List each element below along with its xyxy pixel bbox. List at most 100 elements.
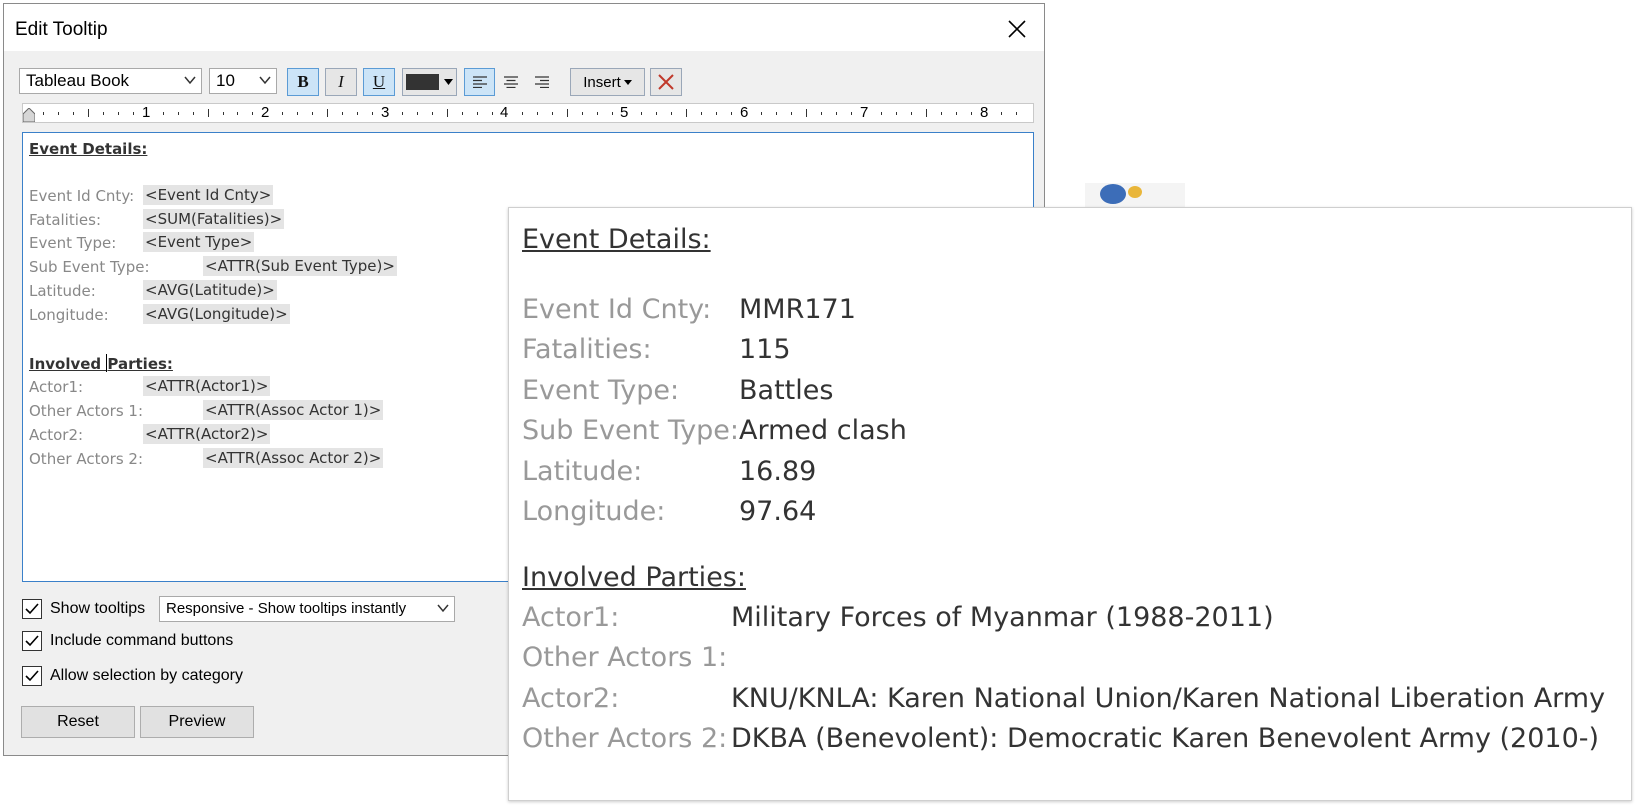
insert-button[interactable]: Insert	[570, 68, 645, 96]
font-size-select[interactable]: 10	[209, 68, 277, 94]
ruler-tick	[791, 111, 793, 115]
text-color-button[interactable]	[402, 68, 457, 96]
ruler-tick	[461, 111, 463, 115]
close-button[interactable]	[998, 13, 1036, 45]
field-token[interactable]: <ATTR(Assoc Actor 2)>	[203, 448, 384, 468]
align-center-icon	[503, 76, 518, 88]
show-tooltips-checkbox[interactable]	[22, 599, 42, 619]
tooltip-label: Fatalities:	[522, 334, 652, 365]
ruler-tick	[431, 111, 433, 115]
ruler-tick	[641, 111, 643, 115]
font-size-value: 10	[216, 71, 235, 90]
tooltip-heading: Event Details:	[522, 224, 711, 255]
italic-button[interactable]: I	[325, 68, 357, 96]
show-tooltips-label: Show tooltips	[50, 600, 146, 617]
ruler-tick	[536, 111, 538, 115]
dropdown-arrow-icon	[623, 79, 632, 85]
ruler-tick	[955, 111, 957, 115]
ruler-tick	[910, 111, 912, 115]
editor-heading-part: Involved	[29, 355, 107, 373]
ruler[interactable]: 1 2 3 4 5 6 7 8	[22, 103, 1034, 123]
map-point	[1128, 186, 1142, 198]
bold-button[interactable]: B	[287, 68, 319, 96]
font-family-select[interactable]: Tableau Book	[19, 68, 202, 94]
ruler-tick	[521, 111, 523, 115]
ruler-tick	[880, 111, 882, 115]
field-token[interactable]: <ATTR(Assoc Actor 1)>	[203, 400, 384, 420]
tooltip-value: Armed clash	[739, 415, 907, 446]
ruler-tick	[312, 111, 314, 115]
preview-button[interactable]: Preview	[140, 706, 254, 738]
ruler-tick	[177, 111, 179, 115]
editor-label: Sub Event Type:	[29, 258, 150, 276]
ruler-tick	[716, 111, 718, 115]
ruler-tick	[581, 111, 583, 115]
include-command-buttons-checkbox[interactable]	[22, 631, 42, 651]
allow-selection-checkbox[interactable]	[22, 666, 42, 686]
align-center-button[interactable]	[495, 68, 526, 96]
ruler-tick	[402, 111, 404, 115]
ruler-number: 8	[980, 104, 989, 121]
ruler-tick	[671, 111, 673, 115]
tooltip-preview: Event Details: Event Id Cnty: MMR171 Fat…	[508, 207, 1632, 801]
field-token[interactable]: <SUM(Fatalities)>	[143, 209, 285, 229]
ruler-number: 6	[740, 104, 749, 121]
tooltip-label: Event Type:	[522, 375, 680, 406]
tooltip-value: Battles	[739, 375, 834, 406]
editor-label: Actor1:	[29, 378, 84, 396]
field-token[interactable]: <ATTR(Sub Event Type)>	[203, 256, 397, 276]
ruler-tick	[87, 109, 89, 117]
allow-selection-label: Allow selection by category	[50, 667, 243, 684]
ruler-tick	[446, 109, 448, 117]
align-right-button[interactable]	[526, 68, 557, 96]
editor-label: Other Actors 2:	[29, 450, 144, 468]
editor-label: Longitude:	[29, 306, 109, 324]
editor-heading-part: Parties:	[107, 355, 173, 373]
field-token[interactable]: <Event Id Cnty>	[143, 185, 274, 205]
editor-label: Latitude:	[29, 282, 96, 300]
ruler-tick	[162, 111, 164, 115]
ruler-tick	[940, 111, 942, 115]
align-left-button[interactable]	[464, 68, 495, 96]
tooltip-label: Other Actors 1:	[522, 642, 728, 673]
field-token[interactable]: <Event Type>	[143, 232, 255, 252]
ruler-tick	[117, 111, 119, 115]
field-token[interactable]: <ATTR(Actor1)>	[143, 376, 271, 396]
dropdown-arrow-icon	[444, 79, 453, 85]
tooltip-mode-select[interactable]: Responsive - Show tooltips instantly	[159, 596, 455, 622]
editor-label: Event Id Cnty:	[29, 187, 135, 205]
align-left-icon	[472, 76, 487, 88]
editor-label: Event Type:	[29, 234, 117, 252]
ruler-number: 7	[860, 104, 869, 121]
ruler-tick	[72, 111, 74, 115]
ruler-tick	[551, 111, 553, 115]
field-token[interactable]: <AVG(Latitude)>	[143, 280, 277, 300]
ruler-tick	[417, 111, 419, 115]
editor-label: Actor2:	[29, 426, 84, 444]
field-token[interactable]: <ATTR(Actor2)>	[143, 424, 271, 444]
text-color-swatch	[406, 74, 439, 90]
chevron-down-icon	[437, 604, 449, 613]
tooltip-value: DKBA (Benevolent): Democratic Karen Bene…	[731, 723, 1600, 754]
tooltip-mode-value: Responsive - Show tooltips instantly	[166, 600, 407, 617]
tooltip-value: Military Forces of Myanmar (1988-2011)	[731, 602, 1274, 633]
close-icon	[1008, 20, 1026, 38]
clear-formatting-button[interactable]	[650, 68, 682, 96]
tooltip-label: Actor2:	[522, 683, 620, 714]
editor-label: Fatalities:	[29, 211, 101, 229]
ruler-tick	[761, 111, 763, 115]
map-point	[1100, 184, 1126, 204]
ruler-number: 1	[142, 104, 151, 121]
ruler-tick	[207, 109, 209, 117]
ruler-tick	[566, 109, 568, 117]
editor-heading: Involved Parties:	[29, 354, 173, 373]
ruler-number: 5	[620, 104, 629, 121]
chevron-down-icon	[184, 76, 196, 85]
ruler-tick	[342, 111, 344, 115]
ruler-tick	[686, 109, 688, 117]
ruler-tick	[925, 109, 927, 117]
reset-button[interactable]: Reset	[21, 706, 135, 738]
field-token[interactable]: <AVG(Longitude)>	[143, 304, 290, 324]
ruler-tick	[237, 111, 239, 115]
underline-button[interactable]: U	[363, 68, 395, 96]
